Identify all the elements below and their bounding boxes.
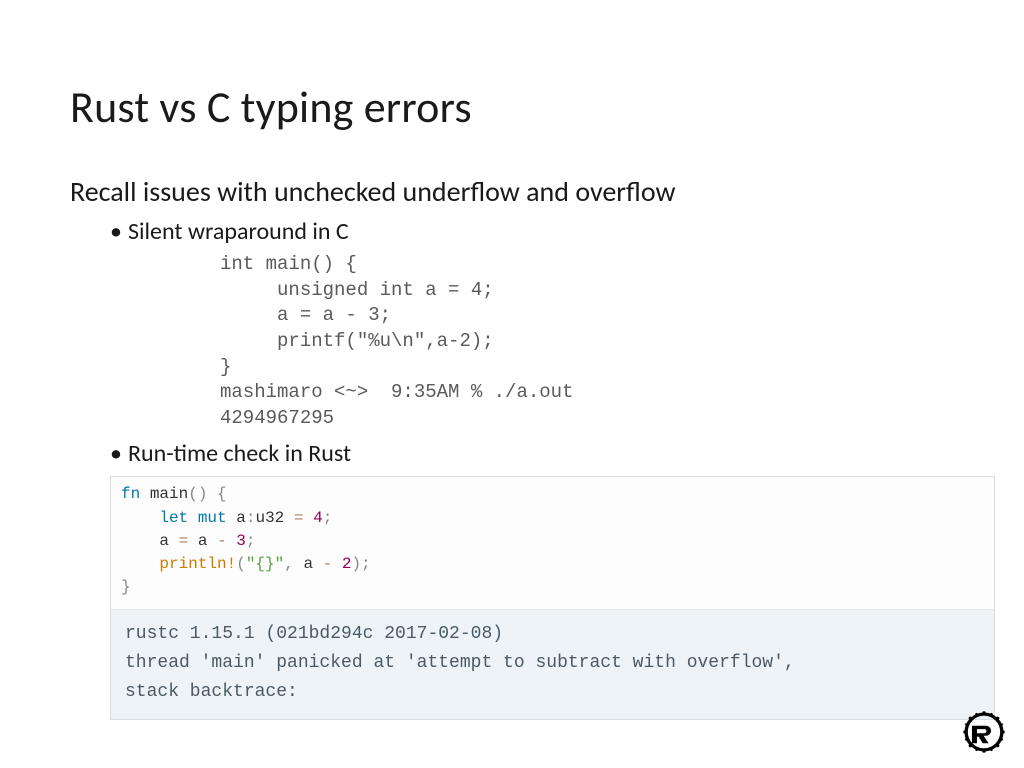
open-brace: { — [217, 485, 227, 503]
eq: = — [179, 532, 189, 550]
kw-fn: fn — [121, 485, 140, 503]
var-a: a — [198, 532, 208, 550]
paren-close: ) — [352, 555, 362, 573]
var-a: a — [303, 555, 313, 573]
semi: ; — [323, 509, 333, 527]
num-3: 3 — [236, 532, 246, 550]
type-u32: u32 — [255, 509, 284, 527]
fn-name: main — [150, 485, 188, 503]
kw-let: let — [159, 509, 188, 527]
paren-open: ( — [236, 555, 246, 573]
num-4: 4 — [313, 509, 323, 527]
intro-text: Recall issues with unchecked underflow a… — [70, 174, 954, 209]
slide-title: Rust vs C typing errors — [70, 80, 954, 134]
bullet-label: Silent wraparound in C — [128, 217, 349, 246]
minus: - — [323, 555, 333, 573]
minus: - — [217, 532, 227, 550]
semi: ; — [246, 532, 256, 550]
rust-code: fn main() { let mut a:u32 = 4; a = a - 3… — [121, 483, 984, 599]
semi: ; — [361, 555, 371, 573]
rust-code-panel: fn main() { let mut a:u32 = 4; a = a - 3… — [110, 476, 995, 719]
string-fmt: "{}" — [246, 555, 284, 573]
bullet-item-rust: Run-time check in Rust — [110, 439, 954, 468]
bullet-list: Silent wraparound in C int main() { unsi… — [70, 217, 954, 468]
macro-println: println! — [159, 555, 236, 573]
parens: () — [188, 485, 207, 503]
num-2: 2 — [342, 555, 352, 573]
rust-logo-icon — [962, 710, 1006, 754]
var-a: a — [236, 509, 246, 527]
comma: , — [284, 555, 294, 573]
close-brace: } — [121, 578, 131, 596]
eq: = — [294, 509, 304, 527]
rust-output: rustc 1.15.1 (021bd294c 2017-02-08) thre… — [111, 609, 994, 718]
var-a: a — [159, 532, 169, 550]
slide-content: Rust vs C typing errors Recall issues wi… — [0, 0, 1024, 760]
c-code-block: int main() { unsigned int a = 4; a = a -… — [220, 252, 954, 431]
bullet-label: Run-time check in Rust — [128, 439, 351, 468]
bullet-item-c: Silent wraparound in C int main() { unsi… — [110, 217, 954, 431]
kw-mut: mut — [198, 509, 227, 527]
